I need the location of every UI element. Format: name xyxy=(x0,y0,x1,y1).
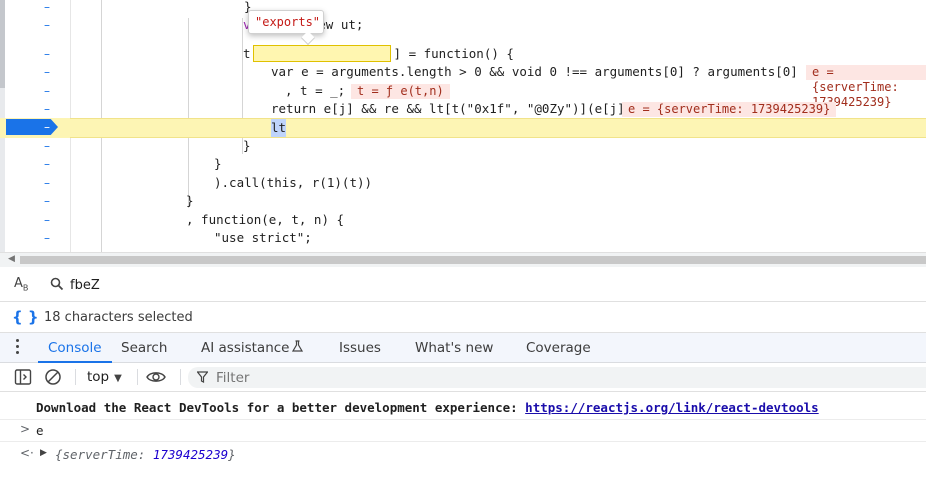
tab-label: Coverage xyxy=(526,340,591,356)
code-line: – ).call(this, r(1)(t)) xyxy=(0,174,926,192)
code-line: – , t = _; t = ƒ e(t,n) xyxy=(0,82,926,100)
line-marker[interactable]: – xyxy=(41,174,53,192)
pretty-print-icon[interactable]: { } xyxy=(12,308,39,326)
result-return-icon: <· xyxy=(20,446,34,460)
tab-coverage[interactable]: Coverage xyxy=(524,333,593,363)
console-messages: Download the React DevTools for a better… xyxy=(0,392,926,477)
hover-tooltip: "exports" xyxy=(248,10,324,46)
tab-label: Issues xyxy=(339,340,381,356)
context-value: top xyxy=(87,369,110,385)
tab-whats-new[interactable]: What's new xyxy=(413,333,495,363)
line-marker[interactable]: – xyxy=(41,45,53,63)
code-line: – } xyxy=(0,0,926,16)
code-text: "use strict"; xyxy=(214,230,312,245)
search-match-highlight xyxy=(253,45,391,62)
inline-value-e: e = {serverTime: 1739425239} xyxy=(806,65,926,109)
tab-label: What's new xyxy=(415,340,494,356)
line-marker[interactable]: – xyxy=(41,0,53,16)
code-line: – "use strict"; xyxy=(0,229,926,247)
clear-console-icon[interactable] xyxy=(44,368,62,390)
toolbar-divider xyxy=(75,369,76,385)
console-input-row: > e xyxy=(0,420,926,442)
selected-code: lt xyxy=(271,119,287,137)
inline-value-t: t = ƒ e(t,n) xyxy=(351,84,450,99)
code-text: ).call(this, r(1)(t)) xyxy=(214,175,373,190)
line-marker[interactable]: – xyxy=(41,211,53,229)
code-text: return e[j] && re && lt[t("0x1f", "@0Zy"… xyxy=(271,101,640,116)
code-text: , t = _; xyxy=(285,83,346,98)
code-line: – } xyxy=(0,155,926,173)
console-result-row: <· ▶ {serverTime: 1739425239} xyxy=(0,442,926,466)
code-line: – t[_("0x1d0", "&CF7")] = function() { xyxy=(0,45,926,63)
line-marker[interactable]: – xyxy=(41,118,53,136)
match-case-letter: A xyxy=(14,276,23,291)
object-key: serverTime xyxy=(62,447,138,462)
input-prompt-icon: > xyxy=(20,422,31,436)
tab-search[interactable]: Search xyxy=(119,333,169,363)
selection-status: 18 characters selected xyxy=(44,310,193,325)
code-line: – var lt = new ut; xyxy=(0,16,926,34)
scroll-left-icon[interactable]: ◀ xyxy=(8,254,15,264)
find-bar: AB xyxy=(0,268,926,302)
tooltip-value: "exports" xyxy=(255,15,321,29)
match-case-icon[interactable]: AB xyxy=(14,276,28,293)
object-value: 1739425239 xyxy=(152,447,229,462)
devtools-link[interactable]: https://reactjs.org/link/react-devtools xyxy=(525,400,819,415)
line-marker[interactable]: – xyxy=(41,229,53,247)
console-message-text: Download the React DevTools for a better… xyxy=(36,400,819,415)
code-text: } xyxy=(186,193,194,208)
console-message: Download the React DevTools for a better… xyxy=(0,392,926,420)
experiment-flask-icon xyxy=(292,333,304,363)
code-line: – return e[j] && re && lt[t("0x1f", "@0Z… xyxy=(0,100,926,118)
inline-value-e: e = {serverTime: 1739425239} xyxy=(622,102,837,117)
expand-triangle-icon[interactable]: ▶ xyxy=(40,448,47,458)
code-line: – , function(e, t, n) { xyxy=(0,211,926,229)
search-icon xyxy=(50,276,64,295)
filter-icon xyxy=(196,371,209,386)
tab-ai-assistance[interactable]: AI assistance xyxy=(199,333,305,363)
code-line: – var e = arguments.length > 0 && void 0… xyxy=(0,63,926,109)
tab-issues[interactable]: Issues xyxy=(337,333,383,363)
line-marker[interactable]: – xyxy=(41,137,53,155)
code-text: } xyxy=(214,156,222,171)
line-marker[interactable]: – xyxy=(41,63,53,81)
drawer-tab-bar: Console Search AI assistance Issues What… xyxy=(0,333,926,363)
chevron-down-icon: ▼ xyxy=(114,373,122,384)
editor-status-bar: { } 18 characters selected xyxy=(0,303,926,333)
sidebar-toggle-icon[interactable] xyxy=(14,368,32,390)
match-case-sub: B xyxy=(22,283,29,293)
line-marker[interactable]: – xyxy=(41,155,53,173)
line-marker[interactable]: – xyxy=(41,16,53,34)
source-editor[interactable]: – } – var lt = new ut; – t[_("0x1d0", "&… xyxy=(0,0,926,252)
object-preview[interactable]: {serverTime: 1739425239} xyxy=(55,447,236,462)
tab-console[interactable]: Console xyxy=(38,333,112,363)
find-input[interactable] xyxy=(70,275,370,295)
console-toolbar: top ▼ xyxy=(0,363,926,392)
tooltip-arrow xyxy=(300,30,316,46)
code-text: } xyxy=(243,138,251,153)
tab-label: AI assistance xyxy=(201,340,290,356)
toolbar-divider xyxy=(137,369,138,385)
code-line: – } xyxy=(0,137,926,155)
live-expression-eye-icon[interactable] xyxy=(146,368,166,390)
paused-code-line: – lt xyxy=(0,118,926,138)
code-line: – } xyxy=(0,192,926,210)
filter-input[interactable] xyxy=(216,368,816,387)
devtools-message: Download the React DevTools for a better… xyxy=(36,400,526,415)
tab-label: Search xyxy=(121,340,168,356)
line-marker[interactable]: – xyxy=(41,100,53,118)
more-tabs-icon[interactable] xyxy=(16,339,20,357)
toolbar-divider xyxy=(180,369,181,385)
execution-line-highlight xyxy=(70,118,926,138)
console-filter xyxy=(188,367,926,388)
context-selector[interactable]: top ▼ xyxy=(87,368,122,386)
line-marker[interactable]: – xyxy=(41,82,53,100)
tab-label: Console xyxy=(48,340,102,356)
code-text: var e = arguments.length > 0 && void 0 !… xyxy=(271,64,836,79)
line-marker[interactable]: – xyxy=(41,192,53,210)
console-input-text: e xyxy=(36,423,44,438)
horizontal-scrollbar[interactable]: ◀ xyxy=(0,252,926,267)
horizontal-scrollbar-thumb[interactable] xyxy=(20,256,926,264)
code-text: , function(e, t, n) { xyxy=(186,212,345,227)
